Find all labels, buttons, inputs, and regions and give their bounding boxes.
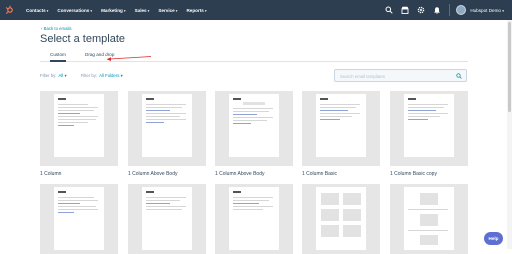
- nav-item-contacts[interactable]: Contacts▾: [26, 8, 48, 13]
- template-card-1-column-basic[interactable]: [302, 91, 380, 166]
- template-thumbnail: [142, 94, 192, 157]
- search-email-templates-input[interactable]: Search email templates: [334, 69, 467, 82]
- help-button[interactable]: Help: [484, 232, 503, 245]
- filter-label: Filter by:: [40, 73, 57, 78]
- page-title: Select a template: [40, 33, 125, 45]
- tab-custom[interactable]: Custom: [50, 52, 66, 62]
- scrollbar-thumb[interactable]: [508, 22, 511, 112]
- notifications-bell-icon[interactable]: [432, 6, 441, 15]
- template-thumbnail: [404, 94, 454, 157]
- top-navigation-bar: Contacts▾ Conversations▾ Marketing▾ Sale…: [0, 0, 512, 20]
- search-icon[interactable]: [384, 6, 393, 15]
- template-card[interactable]: [128, 184, 206, 254]
- template-card[interactable]: [215, 184, 293, 254]
- settings-gear-icon[interactable]: [416, 6, 425, 15]
- template-card-1-column-above-body[interactable]: [215, 91, 293, 166]
- template-tabs: Custom Drag and drop: [40, 50, 468, 62]
- template-thumbnail: [229, 187, 279, 250]
- template-thumbnail: [229, 94, 279, 157]
- template-card[interactable]: [302, 184, 380, 254]
- template-name[interactable]: 1 Column: [40, 171, 61, 177]
- folder-filter-dropdown[interactable]: All Folders ▾: [99, 73, 123, 79]
- template-card[interactable]: [390, 184, 468, 254]
- template-thumbnail: [54, 94, 104, 157]
- template-name[interactable]: 1 Column Above Body: [128, 171, 177, 177]
- filter-bar: Filter by: All ▾ Filter by: All Folders …: [40, 73, 123, 79]
- nav-item-sales[interactable]: Sales▾: [135, 8, 150, 13]
- search-placeholder: Search email templates: [340, 73, 385, 79]
- template-card-1-column-above-body[interactable]: [128, 91, 206, 166]
- filter-type-dropdown[interactable]: All ▾: [58, 73, 66, 79]
- template-card-1-column[interactable]: [40, 91, 118, 166]
- account-menu-username[interactable]: Hubspot Demo ▾: [470, 8, 504, 13]
- template-card[interactable]: [40, 184, 118, 254]
- template-thumbnail: [142, 187, 192, 250]
- nav-divider: [449, 4, 451, 16]
- nav-item-reports[interactable]: Reports▾: [186, 8, 206, 13]
- template-thumbnail: [404, 187, 454, 250]
- template-thumbnail: [54, 187, 104, 250]
- template-card-1-column-basic-copy[interactable]: [390, 91, 468, 166]
- template-name[interactable]: 1 Column Basic copy: [390, 171, 437, 177]
- nav-item-marketing[interactable]: Marketing▾: [101, 8, 125, 13]
- annotation-arrow: [106, 56, 152, 61]
- back-to-emails-link[interactable]: ‹ Back to emails: [41, 26, 72, 31]
- nav-item-conversations[interactable]: Conversations▾: [57, 8, 92, 13]
- search-icon[interactable]: [456, 73, 462, 79]
- template-name[interactable]: 1 Column Above Body: [215, 171, 264, 177]
- user-avatar[interactable]: [456, 5, 467, 15]
- template-thumbnail: [316, 187, 366, 250]
- marketplace-icon[interactable]: [400, 6, 409, 15]
- template-name[interactable]: 1 Column Basic: [302, 171, 337, 177]
- nav-item-service[interactable]: Service▾: [158, 8, 177, 13]
- template-thumbnail: [316, 94, 366, 157]
- hubspot-logo-icon[interactable]: [0, 0, 20, 20]
- folder-filter-label: Filter by:: [80, 73, 98, 78]
